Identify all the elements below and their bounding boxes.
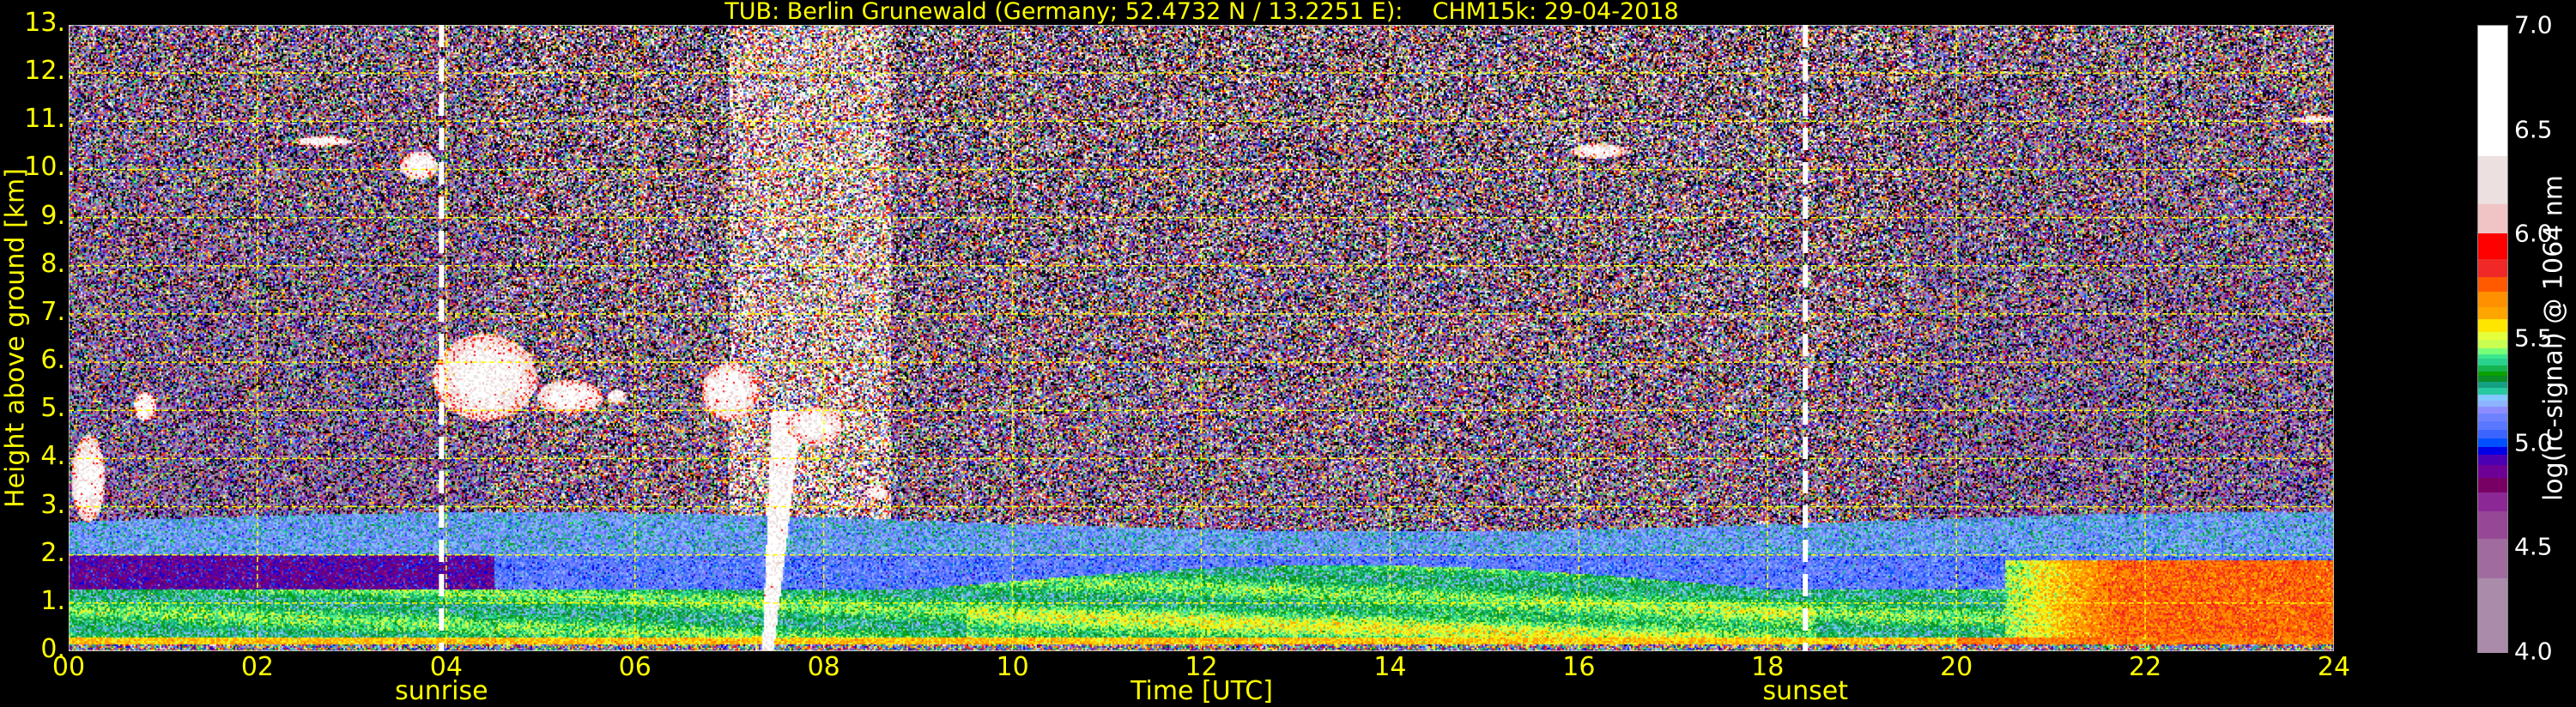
colorbar-segment (2478, 428, 2507, 438)
y-tick-label: 13. (24, 8, 65, 38)
colorbar (2477, 25, 2508, 654)
colorbar-tick-label: 6.5 (2514, 115, 2553, 144)
colorbar-segment (2478, 476, 2507, 493)
colorbar-tick-label: 4.0 (2514, 637, 2553, 666)
y-tick-label: 3. (40, 489, 65, 520)
colorbar-segment (2478, 453, 2507, 466)
colorbar-segment (2478, 420, 2507, 431)
x-tick-label: 20 (1940, 652, 1973, 682)
y-tick-label: 1. (40, 585, 65, 616)
x-axis-label: Time [UTC] (1130, 676, 1273, 706)
colorbar-segment (2478, 291, 2507, 307)
x-tick-label: 14 (1373, 652, 1407, 682)
x-tick-label: 08 (807, 652, 840, 682)
x-tick-label: 16 (1562, 652, 1596, 682)
colorbar-segment (2478, 577, 2507, 654)
plot-area (69, 25, 2334, 651)
y-tick-label: 5. (40, 393, 65, 424)
colorbar-segment (2478, 537, 2507, 578)
colorbar-segment (2478, 412, 2507, 422)
colorbar-segment (2478, 154, 2507, 205)
colorbar-label: log(rc-signal) @ 1064 nm (2538, 174, 2569, 502)
y-tick-label: 2. (40, 537, 65, 568)
colorbar-segment (2478, 305, 2507, 320)
colorbar-segment (2478, 437, 2507, 447)
x-tick-label: 22 (2128, 652, 2162, 682)
colorbar-segment (2478, 257, 2507, 278)
colorbar-segment (2478, 510, 2507, 539)
y-tick-label: 12. (24, 56, 65, 87)
y-tick-label: 11. (24, 104, 65, 135)
x-tick-label: 06 (618, 652, 652, 682)
y-tick-label: 7. (40, 296, 65, 327)
y-tick-label: 9. (40, 200, 65, 231)
x-tick-label: 10 (996, 652, 1029, 682)
y-tick-label: 0. (40, 634, 65, 664)
colorbar-segment (2478, 202, 2507, 234)
colorbar-segment (2478, 445, 2507, 456)
colorbar-tick-label: 4.5 (2514, 532, 2553, 561)
y-tick-label: 8. (40, 248, 65, 279)
colorbar-segment (2478, 317, 2507, 332)
colorbar-segment (2478, 491, 2507, 511)
colorbar-segment (2478, 276, 2507, 293)
x-tick-label: 02 (240, 652, 274, 682)
x-tick-label: 24 (2317, 652, 2351, 682)
colorbar-segment (2478, 464, 2507, 479)
sunset-label: sunset (1762, 676, 1848, 706)
y-tick-label: 6. (40, 345, 65, 376)
chart-title: TUB: Berlin Grunewald (Germany; 52.4732 … (724, 0, 1679, 25)
colorbar-segment (2478, 26, 2507, 157)
sunrise-label: sunrise (395, 676, 488, 706)
colorbar-segment (2478, 232, 2507, 259)
colorbar-segment (2478, 339, 2507, 349)
y-tick-label: 4. (40, 441, 65, 472)
y-axis-label: Height above ground [km] (0, 168, 31, 508)
grid-overlay (69, 25, 2334, 651)
colorbar-tick-label: 7.0 (2514, 10, 2553, 39)
colorbar-segment (2478, 330, 2507, 341)
